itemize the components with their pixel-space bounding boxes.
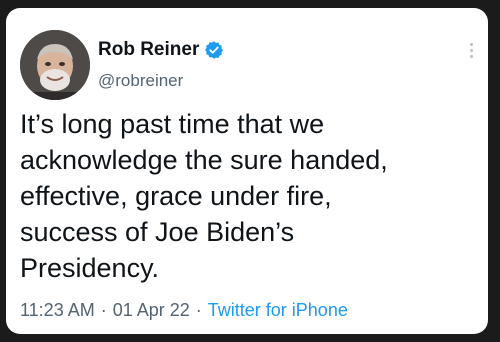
tweet-text: It’s long past time that we acknowledge … [20, 109, 388, 283]
tweet-card[interactable]: Rob Reiner @robreiner It’s long past tim… [6, 8, 488, 334]
author-name-row: Rob Reiner [98, 38, 224, 62]
verified-badge-icon [204, 40, 224, 60]
author-name[interactable]: Rob Reiner [98, 39, 199, 61]
meta-separator: · [195, 300, 202, 320]
meta-separator: · [100, 300, 107, 320]
author-handle[interactable]: @robreiner [98, 71, 183, 91]
tweet-date[interactable]: 01 Apr 22 [113, 300, 190, 320]
avatar[interactable] [20, 30, 90, 100]
tweet-time[interactable]: 11:23 AM [20, 300, 95, 320]
more-options-icon[interactable] [466, 38, 476, 62]
tweet-source-link[interactable]: Twitter for iPhone [208, 300, 348, 320]
avatar-photo [20, 30, 90, 100]
tweet-meta: 11:23 AM · 01 Apr 22 · Twitter for iPhone [20, 300, 348, 321]
